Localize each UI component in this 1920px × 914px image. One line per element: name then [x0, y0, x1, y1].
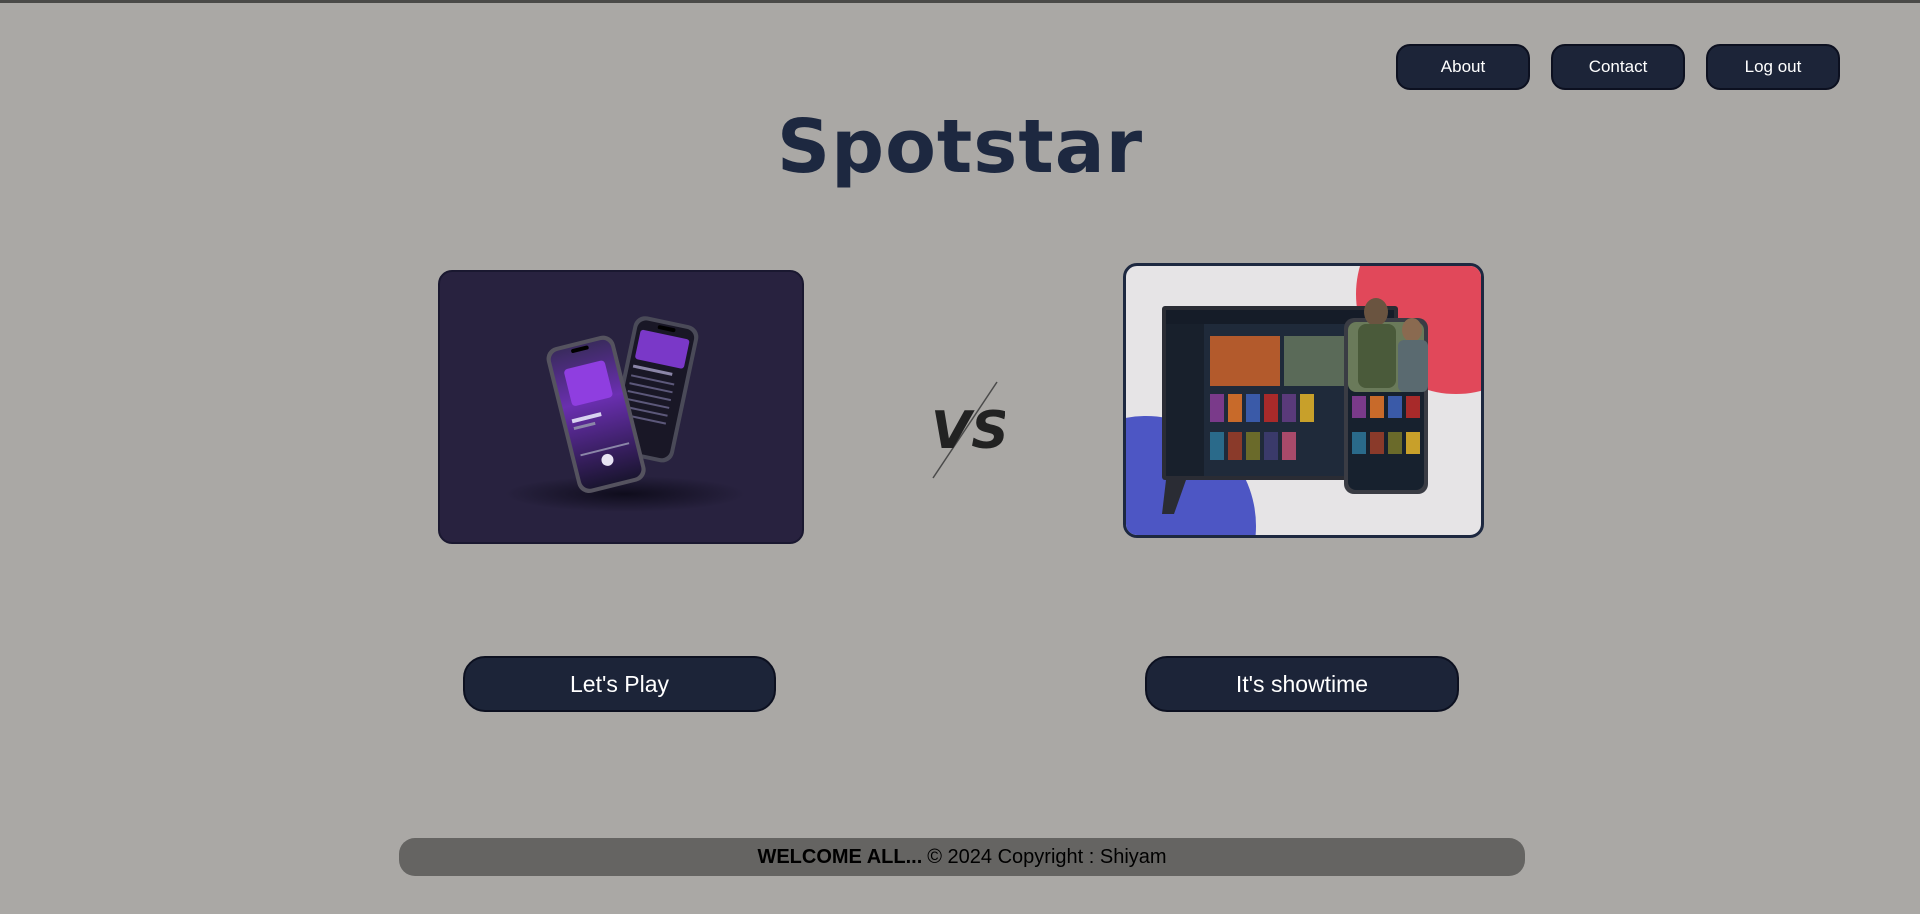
logout-button[interactable]: Log out [1706, 44, 1840, 90]
about-button[interactable]: About [1396, 44, 1530, 90]
top-nav: About Contact Log out [1396, 44, 1840, 90]
versus-label: VS [931, 401, 1005, 461]
lets-play-button[interactable]: Let's Play [463, 656, 776, 712]
page-title: Spotstar [776, 104, 1144, 190]
contact-button[interactable]: Contact [1551, 44, 1685, 90]
footer-bar: WELCOME ALL... © 2024 Copyright : Shiyam [399, 838, 1525, 876]
its-showtime-button[interactable]: It's showtime [1145, 656, 1459, 712]
music-card-image [438, 270, 804, 544]
movie-card-image [1123, 263, 1484, 538]
footer-welcome: WELCOME ALL... [757, 845, 923, 868]
top-border [0, 0, 1920, 3]
footer-copyright: © 2024 Copyright : Shiyam [927, 845, 1167, 868]
versus-icon: VS [931, 381, 1005, 479]
